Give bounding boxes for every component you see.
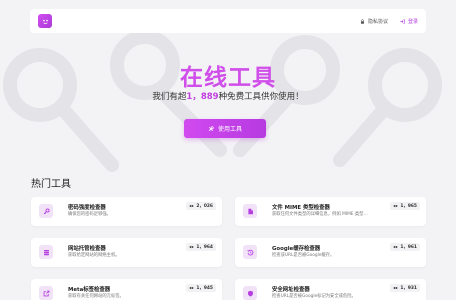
view-count-badge: 1，965 bbox=[390, 202, 420, 210]
view-count-badge: 1，964 bbox=[186, 243, 216, 251]
view-count: 1，945 bbox=[196, 286, 213, 291]
top-navbar: 隐私协议 登录 bbox=[30, 9, 426, 33]
privacy-label: 隐私协议 bbox=[367, 18, 388, 25]
tool-title: 安全网址检查器 bbox=[272, 287, 310, 293]
tool-description: 获取有关任何网站的元标签。 bbox=[68, 294, 124, 299]
nav-links: 隐私协议 登录 bbox=[360, 18, 418, 25]
tool-icon-box bbox=[243, 286, 257, 300]
tool-description: 获取任何文件类型的详细信息，例如 MIME 类型… bbox=[272, 212, 368, 217]
tool-icon-box bbox=[39, 245, 53, 259]
eye-icon bbox=[189, 204, 195, 208]
tool-icon-box bbox=[39, 286, 53, 300]
login-link[interactable]: 登录 bbox=[400, 18, 418, 25]
tool-description: 检查该URL是否被Google缓存。 bbox=[272, 253, 335, 258]
hero-subtitle-suffix: 种免费工具供你使用！ bbox=[218, 92, 304, 102]
tool-description: 获取给定网站的网络主机。 bbox=[68, 253, 120, 258]
login-label: 登录 bbox=[407, 18, 418, 25]
eye-icon bbox=[189, 286, 195, 290]
login-icon bbox=[400, 18, 405, 24]
tool-count: 1，889 bbox=[186, 92, 219, 102]
popular-tools-heading: 热门工具 bbox=[31, 179, 71, 190]
site-logo[interactable] bbox=[38, 14, 52, 28]
tool-card[interactable]: 网站托管检查器 获取给定网站的网络主机。 1，964 bbox=[31, 238, 222, 267]
use-tools-label: 使用工具 bbox=[217, 126, 242, 133]
eye-icon bbox=[189, 245, 195, 249]
eye-icon bbox=[393, 286, 399, 290]
history-icon bbox=[246, 249, 253, 255]
tool-description: 确保您的密码足够强。 bbox=[68, 212, 111, 217]
tool-card[interactable]: Meta标签检查器 获取有关任何网站的元标签。 1，945 bbox=[31, 279, 222, 300]
view-count: 1，931 bbox=[400, 286, 417, 291]
server-icon bbox=[43, 249, 49, 255]
view-count-badge: 2，026 bbox=[186, 202, 216, 210]
shield-icon bbox=[247, 290, 253, 297]
hero-title: 在线工具 bbox=[180, 65, 276, 91]
tool-description: 检查URL是否被Google标记为安全或危险。 bbox=[272, 294, 356, 299]
tool-card[interactable]: 安全网址检查器 检查URL是否被Google标记为安全或危险。 1，931 bbox=[235, 279, 426, 300]
tool-title: Google缓存检查器 bbox=[272, 246, 321, 252]
tool-icon-box bbox=[243, 245, 257, 259]
hero-subtitle: 我们有超1，889种免费工具供你使用！ bbox=[0, 90, 456, 102]
external-link-icon bbox=[43, 290, 49, 296]
view-count-badge: 1，945 bbox=[186, 284, 216, 292]
tool-card[interactable]: Google缓存检查器 检查该URL是否被Google缓存。 1，961 bbox=[235, 238, 426, 267]
view-count-badge: 1，961 bbox=[390, 243, 420, 251]
tool-title: Meta标签检查器 bbox=[68, 287, 111, 293]
view-count: 1，961 bbox=[400, 245, 417, 250]
tool-title: 密码强度检查器 bbox=[68, 205, 106, 211]
tools-icon bbox=[208, 125, 214, 131]
tool-icon-box bbox=[39, 204, 53, 218]
eye-icon bbox=[393, 204, 399, 208]
privacy-link[interactable]: 隐私协议 bbox=[360, 18, 388, 25]
eye-icon bbox=[393, 245, 399, 249]
key-icon bbox=[43, 207, 50, 214]
view-count: 1，964 bbox=[196, 245, 213, 250]
file-icon bbox=[247, 208, 253, 214]
tool-title: 文件 MIME 类型检查器 bbox=[272, 205, 330, 211]
tool-card[interactable]: 密码强度检查器 确保您的密码足够强。 2，026 bbox=[31, 197, 222, 226]
use-tools-button[interactable]: 使用工具 bbox=[184, 119, 266, 138]
tool-title: 网站托管检查器 bbox=[68, 246, 106, 252]
tool-icon-box bbox=[243, 204, 257, 218]
view-count: 2，026 bbox=[196, 204, 213, 209]
smile-icon bbox=[42, 19, 48, 24]
view-count: 1，965 bbox=[400, 204, 417, 209]
lock-icon bbox=[360, 18, 364, 24]
tool-card[interactable]: 文件 MIME 类型检查器 获取任何文件类型的详细信息，例如 MIME 类型… … bbox=[235, 197, 426, 226]
view-count-badge: 1，931 bbox=[390, 284, 420, 292]
hero-subtitle-prefix: 我们有超 bbox=[152, 92, 187, 102]
